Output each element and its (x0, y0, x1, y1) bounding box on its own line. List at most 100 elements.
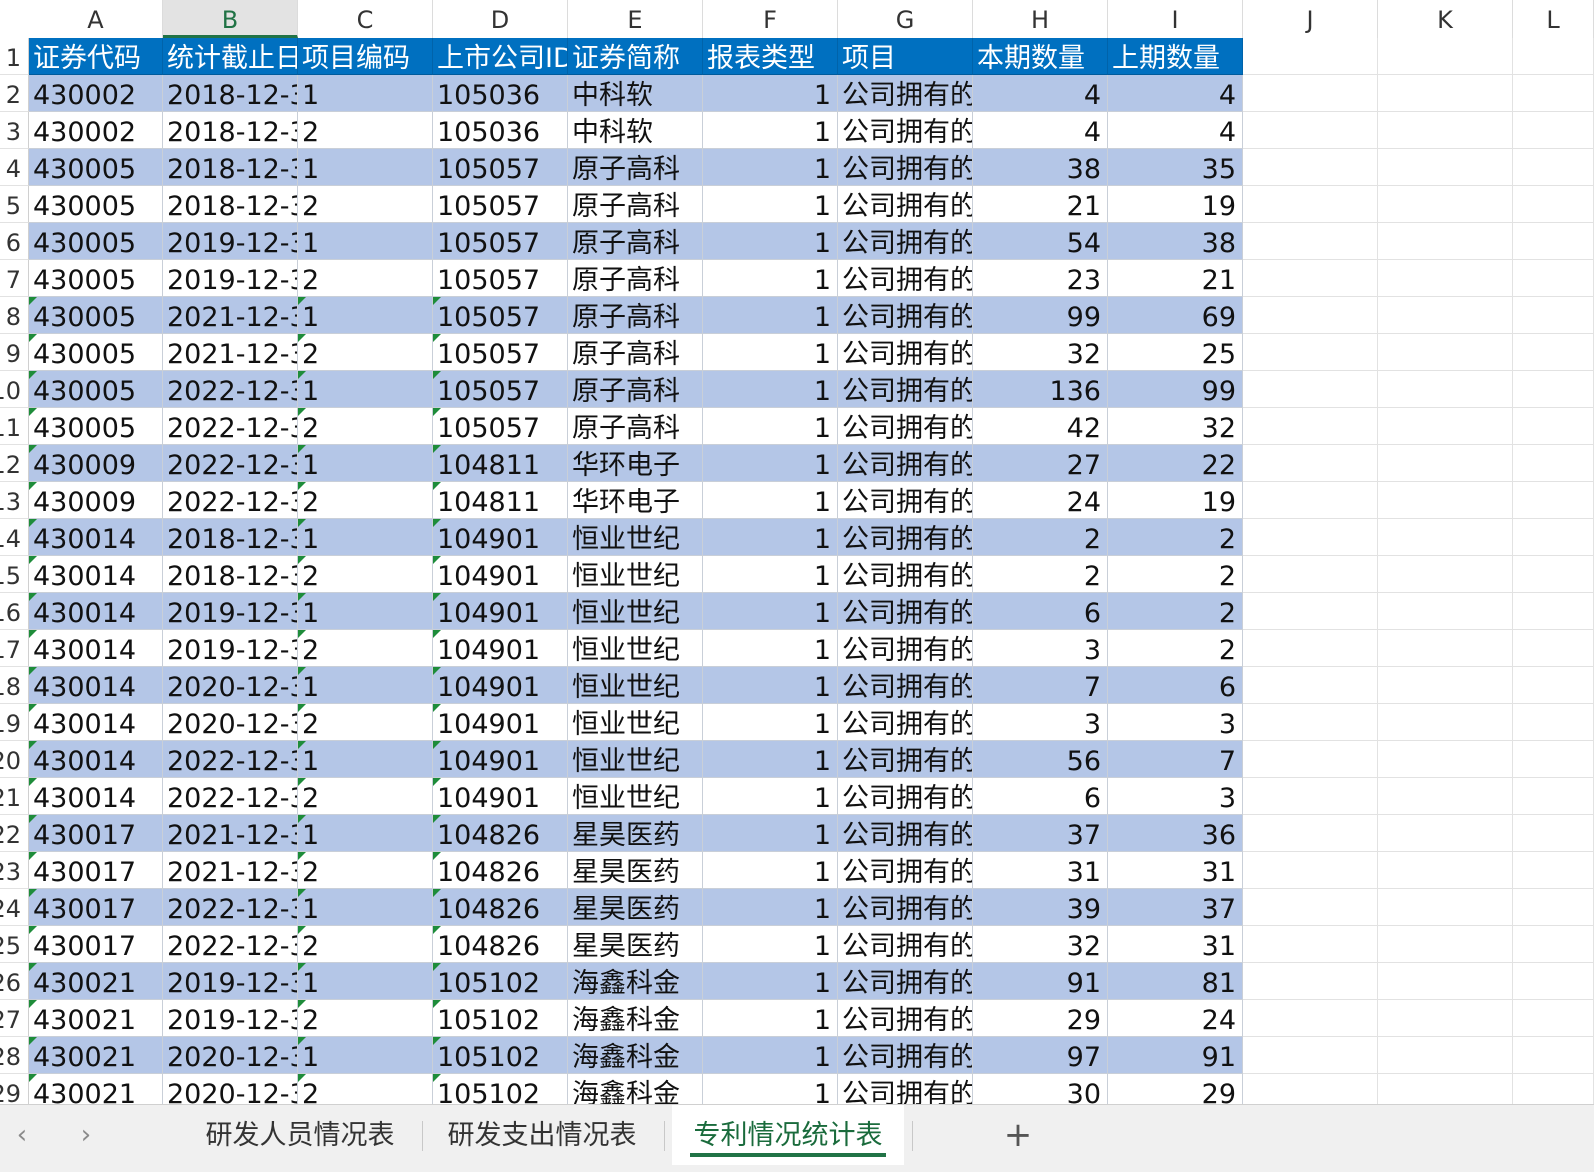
empty-cell[interactable] (1513, 778, 1594, 815)
table-cell-item[interactable]: 公司拥有的 (838, 741, 973, 778)
table-cell-item-code[interactable]: 2 (298, 408, 433, 445)
table-cell-code[interactable]: 430014 (29, 593, 163, 630)
table-cell-previous[interactable]: 2 (1108, 556, 1243, 593)
table-cell-previous[interactable]: 24 (1108, 1000, 1243, 1037)
table-cell-current[interactable]: 2 (973, 556, 1108, 593)
row-header[interactable]: 9 (0, 334, 29, 371)
empty-cell[interactable] (1378, 1037, 1513, 1074)
row-header[interactable]: 6 (0, 223, 29, 260)
table-cell-company-id[interactable]: 104901 (433, 704, 568, 741)
empty-cell[interactable] (1378, 926, 1513, 963)
table-cell-company-id[interactable]: 104811 (433, 445, 568, 482)
table-cell-item-code[interactable]: 1 (298, 815, 433, 852)
table-cell-item-code[interactable]: 1 (298, 593, 433, 630)
table-cell-item[interactable]: 公司拥有的 (838, 852, 973, 889)
table-cell-date[interactable]: 2022-12-31 (163, 445, 298, 482)
empty-cell[interactable] (1243, 408, 1378, 445)
empty-cell[interactable] (1513, 445, 1594, 482)
header-cell[interactable]: 证券代码 (29, 38, 163, 75)
table-cell-current[interactable]: 6 (973, 778, 1108, 815)
table-cell-short-name[interactable]: 恒业世纪 (568, 556, 703, 593)
table-cell-current[interactable]: 23 (973, 260, 1108, 297)
table-cell-code[interactable]: 430005 (29, 408, 163, 445)
table-cell-item[interactable]: 公司拥有的 (838, 889, 973, 926)
table-cell-item-code[interactable]: 2 (298, 334, 433, 371)
table-cell-report-type[interactable]: 1 (703, 445, 838, 482)
empty-cell[interactable] (1243, 593, 1378, 630)
table-cell-date[interactable]: 2018-12-31 (163, 556, 298, 593)
table-cell-date[interactable]: 2019-12-31 (163, 260, 298, 297)
table-cell-date[interactable]: 2018-12-31 (163, 112, 298, 149)
column-header-a[interactable]: A (29, 0, 163, 38)
table-cell-code[interactable]: 430005 (29, 334, 163, 371)
table-cell-item[interactable]: 公司拥有的 (838, 630, 973, 667)
table-cell-report-type[interactable]: 1 (703, 963, 838, 1000)
table-cell-previous[interactable]: 91 (1108, 1037, 1243, 1074)
table-cell-current[interactable]: 136 (973, 371, 1108, 408)
table-cell-short-name[interactable]: 原子高科 (568, 149, 703, 186)
empty-cell[interactable] (1243, 556, 1378, 593)
empty-cell[interactable] (1243, 778, 1378, 815)
table-cell-code[interactable]: 430017 (29, 926, 163, 963)
table-cell-code[interactable]: 430005 (29, 297, 163, 334)
table-cell-item[interactable]: 公司拥有的 (838, 1000, 973, 1037)
row-header[interactable]: 4 (0, 149, 29, 186)
table-cell-company-id[interactable]: 104826 (433, 889, 568, 926)
header-cell[interactable]: 上市公司ID (433, 38, 568, 75)
table-cell-item[interactable]: 公司拥有的 (838, 963, 973, 1000)
empty-cell[interactable] (1513, 408, 1594, 445)
empty-cell[interactable] (1378, 889, 1513, 926)
table-cell-short-name[interactable]: 恒业世纪 (568, 519, 703, 556)
column-header-l[interactable]: L (1513, 0, 1594, 38)
column-header-b[interactable]: B (163, 0, 298, 38)
empty-cell[interactable] (1243, 149, 1378, 186)
table-cell-item[interactable]: 公司拥有的 (838, 408, 973, 445)
table-cell-item[interactable]: 公司拥有的 (838, 926, 973, 963)
table-cell-date[interactable]: 2019-12-31 (163, 593, 298, 630)
table-cell-report-type[interactable]: 1 (703, 186, 838, 223)
empty-cell[interactable] (1513, 38, 1594, 75)
empty-cell[interactable] (1243, 297, 1378, 334)
table-cell-item-code[interactable]: 2 (298, 186, 433, 223)
empty-cell[interactable] (1378, 297, 1513, 334)
table-cell-item-code[interactable]: 1 (298, 1037, 433, 1074)
table-cell-date[interactable]: 2022-12-31 (163, 778, 298, 815)
table-cell-date[interactable]: 2022-12-31 (163, 741, 298, 778)
table-cell-company-id[interactable]: 105036 (433, 75, 568, 112)
empty-cell[interactable] (1378, 593, 1513, 630)
empty-cell[interactable] (1513, 1000, 1594, 1037)
table-cell-company-id[interactable]: 104901 (433, 630, 568, 667)
empty-cell[interactable] (1243, 112, 1378, 149)
table-cell-item-code[interactable]: 1 (298, 75, 433, 112)
table-cell-code[interactable]: 430017 (29, 889, 163, 926)
table-cell-current[interactable]: 38 (973, 149, 1108, 186)
empty-cell[interactable] (1513, 371, 1594, 408)
row-header[interactable]: 28 (0, 1037, 29, 1074)
empty-cell[interactable] (1378, 815, 1513, 852)
table-cell-previous[interactable]: 81 (1108, 963, 1243, 1000)
column-header-g[interactable]: G (838, 0, 973, 38)
empty-cell[interactable] (1513, 1037, 1594, 1074)
table-cell-date[interactable]: 2022-12-31 (163, 926, 298, 963)
table-cell-report-type[interactable]: 1 (703, 75, 838, 112)
table-cell-item-code[interactable]: 2 (298, 556, 433, 593)
table-cell-date[interactable]: 2021-12-31 (163, 334, 298, 371)
table-cell-item-code[interactable]: 2 (298, 778, 433, 815)
empty-cell[interactable] (1243, 371, 1378, 408)
table-cell-item[interactable]: 公司拥有的 (838, 223, 973, 260)
table-cell-previous[interactable]: 31 (1108, 926, 1243, 963)
empty-cell[interactable] (1243, 1037, 1378, 1074)
empty-cell[interactable] (1378, 260, 1513, 297)
table-cell-report-type[interactable]: 1 (703, 1037, 838, 1074)
table-cell-report-type[interactable]: 1 (703, 1000, 838, 1037)
table-cell-item-code[interactable]: 2 (298, 112, 433, 149)
table-cell-item-code[interactable]: 1 (298, 963, 433, 1000)
table-cell-previous[interactable]: 37 (1108, 889, 1243, 926)
row-header[interactable]: 1 (0, 38, 29, 75)
table-cell-report-type[interactable]: 1 (703, 334, 838, 371)
empty-cell[interactable] (1243, 260, 1378, 297)
table-cell-item[interactable]: 公司拥有的 (838, 704, 973, 741)
row-header[interactable]: 7 (0, 260, 29, 297)
table-cell-report-type[interactable]: 1 (703, 149, 838, 186)
header-cell[interactable]: 证券简称 (568, 38, 703, 75)
